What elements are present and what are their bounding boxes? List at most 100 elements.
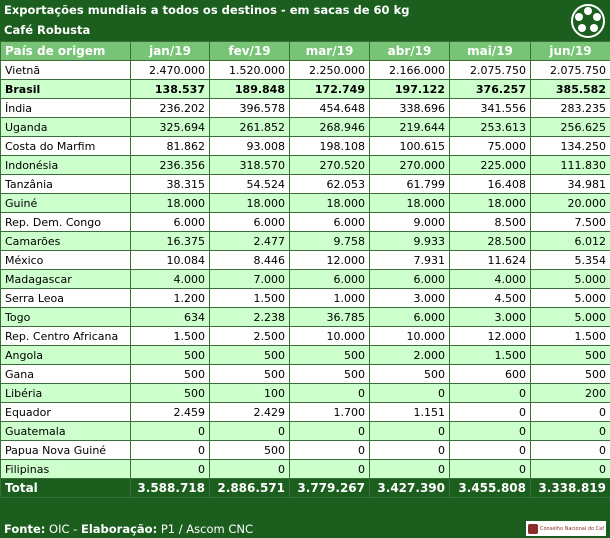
value-cell: 200 (530, 383, 610, 403)
value-cell: 2.470.000 (130, 60, 210, 80)
table-row: Vietnã 2.470.000 1.520.000 2.250.000 2.166.0… (0, 60, 610, 80)
country-cell: Rep. Dem. Congo (0, 212, 131, 232)
value-cell: 1.500 (449, 345, 531, 365)
value-cell: 376.257 (449, 79, 531, 99)
country-cell: Uganda (0, 117, 131, 137)
table-row: México 10.084 8.446 12.000 7.931 11.624 5.354 (0, 250, 610, 270)
country-cell: Guatemala (0, 421, 131, 441)
value-cell: 100.615 (369, 136, 450, 156)
country-cell: Filipinas (0, 459, 131, 479)
table-row: Gana 500 500 500 500 600 500 (0, 364, 610, 384)
report-title: Exportações mundiais a todos os destinos… (0, 0, 610, 21)
value-cell: 0 (289, 383, 370, 403)
value-cell: 6.000 (209, 212, 290, 232)
table-row: Madagascar 4.000 7.000 6.000 6.000 4.000 5.000 (0, 269, 610, 289)
value-cell: 7.500 (530, 212, 610, 232)
value-cell: 18.000 (209, 193, 290, 213)
value-cell: 61.799 (369, 174, 450, 194)
value-cell: 4.000 (449, 269, 531, 289)
value-cell: 172.749 (289, 79, 370, 99)
value-cell: 500 (530, 364, 610, 384)
value-cell: 2.166.000 (369, 60, 450, 80)
value-cell: 0 (130, 421, 210, 441)
value-cell: 6.000 (130, 212, 210, 232)
value-cell: 6.000 (369, 307, 450, 327)
country-cell: Serra Leoa (0, 288, 131, 308)
value-cell: 325.694 (130, 117, 210, 137)
table-row: Papua Nova Guiné 0 500 0 0 0 0 (0, 440, 610, 460)
total-value: 3.779.267 (289, 478, 370, 498)
country-cell: Costa do Marfim (0, 136, 131, 156)
header-mar: mar/19 (289, 41, 370, 61)
value-cell: 0 (289, 440, 370, 460)
value-cell: 10.000 (369, 326, 450, 346)
value-cell: 500 (289, 364, 370, 384)
value-cell: 225.000 (449, 155, 531, 175)
table-row: Rep. Centro Africana 1.500 2.500 10.000 10.0… (0, 326, 610, 346)
value-cell: 0 (130, 459, 210, 479)
value-cell: 198.108 (289, 136, 370, 156)
value-cell: 20.000 (530, 193, 610, 213)
value-cell: 8.500 (449, 212, 531, 232)
value-cell: 500 (130, 345, 210, 365)
country-cell: México (0, 250, 131, 270)
value-cell: 3.000 (449, 307, 531, 327)
value-cell: 318.570 (209, 155, 290, 175)
value-cell: 500 (209, 364, 290, 384)
value-cell: 634 (130, 307, 210, 327)
value-cell: 36.785 (289, 307, 370, 327)
value-cell: 0 (209, 459, 290, 479)
value-cell: 5.000 (530, 269, 610, 289)
value-cell: 38.315 (130, 174, 210, 194)
value-cell: 0 (289, 421, 370, 441)
table-row: Costa do Marfim 81.862 93.008 198.108 100.61… (0, 136, 610, 156)
value-cell: 9.933 (369, 231, 450, 251)
value-cell: 2.000 (369, 345, 450, 365)
value-cell: 6.000 (289, 269, 370, 289)
value-cell: 81.862 (130, 136, 210, 156)
value-cell: 0 (369, 440, 450, 460)
value-cell: 500 (209, 345, 290, 365)
total-value: 3.455.808 (449, 478, 531, 498)
table-row: Camarões 16.375 2.477 9.758 9.933 28.500 6.012 (0, 231, 610, 251)
value-cell: 4.500 (449, 288, 531, 308)
value-cell: 197.122 (369, 79, 450, 99)
country-cell: Togo (0, 307, 131, 327)
value-cell: 500 (130, 364, 210, 384)
footer-elab-value: P1 / Ascom CNC (160, 522, 254, 536)
header-country: País de origem (0, 41, 131, 61)
country-cell: Papua Nova Guiné (0, 440, 131, 460)
value-cell: 5.354 (530, 250, 610, 270)
value-cell: 9.000 (369, 212, 450, 232)
total-row: Total 3.588.718 2.886.571 3.779.267 3.42… (0, 478, 610, 498)
value-cell: 34.981 (530, 174, 610, 194)
footer-source-label: Fonte: (4, 522, 46, 536)
footer-logo: Conselho Nacional do Café (526, 521, 606, 536)
footer-source-value: OIC (49, 522, 70, 536)
value-cell: 341.556 (449, 98, 531, 118)
value-cell: 236.356 (130, 155, 210, 175)
value-cell: 8.446 (209, 250, 290, 270)
header-may: mai/19 (449, 41, 531, 61)
value-cell: 219.644 (369, 117, 450, 137)
total-value: 3.588.718 (130, 478, 210, 498)
table-row: Indonésia 236.356 318.570 270.520 270.000 225… (0, 155, 610, 175)
value-cell: 100 (209, 383, 290, 403)
table-row: Filipinas 0 0 0 0 0 0 (0, 459, 610, 479)
value-cell: 0 (449, 402, 531, 422)
country-cell: Camarões (0, 231, 131, 251)
value-cell: 0 (449, 440, 531, 460)
footer-source: Fonte: OIC - Elaboração: P1 / Ascom CNC (0, 520, 610, 538)
value-cell: 93.008 (209, 136, 290, 156)
header-jan: jan/19 (130, 41, 210, 61)
value-cell: 12.000 (289, 250, 370, 270)
value-cell: 0 (449, 421, 531, 441)
total-label: Total (0, 478, 131, 498)
value-cell: 0 (449, 459, 531, 479)
exports-table: País de origem jan/19 fev/19 mar/19 abr/… (0, 41, 610, 498)
value-cell: 3.000 (369, 288, 450, 308)
value-cell: 54.524 (209, 174, 290, 194)
table-row: Guatemala 0 0 0 0 0 0 (0, 421, 610, 441)
value-cell: 18.000 (289, 193, 370, 213)
table-header-row: País de origem jan/19 fev/19 mar/19 abr/… (0, 41, 610, 61)
